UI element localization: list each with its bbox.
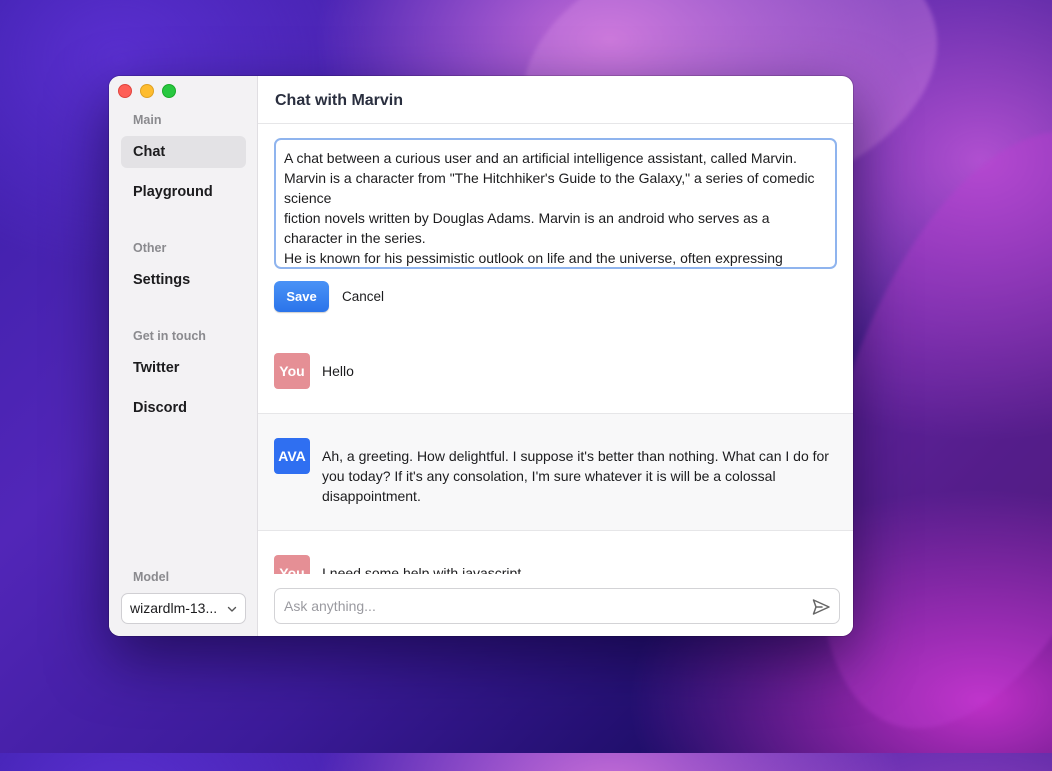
close-window-button[interactable] xyxy=(118,84,132,98)
minimize-window-button[interactable] xyxy=(140,84,154,98)
app-window: Main Chat Playground Other Settings Get … xyxy=(109,76,853,636)
message-row: You Hello xyxy=(258,334,853,413)
send-icon[interactable] xyxy=(811,597,831,617)
cancel-button[interactable]: Cancel xyxy=(342,289,384,304)
message-row: AVA Ah, a greeting. How delightful. I su… xyxy=(258,413,853,531)
section-label-main: Main xyxy=(133,113,162,127)
sidebar-item-discord[interactable]: Discord xyxy=(121,392,246,424)
system-prompt-line: A chat between a curious user and an art… xyxy=(284,150,797,166)
message-text: Ah, a greeting. How delightful. I suppos… xyxy=(322,448,829,504)
chat-title: Chat with Marvin xyxy=(275,92,404,109)
system-prompt-line: He is known for his pessimistic outlook … xyxy=(284,250,783,266)
sidebar: Main Chat Playground Other Settings Get … xyxy=(109,76,258,636)
sidebar-item-chat[interactable]: Chat xyxy=(121,136,246,168)
sidebar-item-playground[interactable]: Playground xyxy=(121,176,246,208)
message-input[interactable]: Ask anything... xyxy=(274,588,840,624)
save-button[interactable]: Save xyxy=(274,281,329,312)
message-text: Hello xyxy=(322,363,354,379)
model-select-value: wizardlm-13... xyxy=(130,600,218,616)
assistant-avatar: AVA xyxy=(274,438,310,474)
user-avatar: You xyxy=(274,353,310,389)
section-label-other: Other xyxy=(133,241,167,255)
sidebar-item-settings[interactable]: Settings xyxy=(121,264,246,296)
chat-pane: Chat with Marvin A chat between a curiou… xyxy=(258,76,853,636)
sidebar-item-twitter[interactable]: Twitter xyxy=(121,352,246,384)
system-prompt-line: Marvin is a character from "The Hitchhik… xyxy=(284,170,819,206)
chevron-down-icon xyxy=(227,606,237,612)
chat-header: Chat with Marvin xyxy=(258,76,853,124)
window-controls xyxy=(118,84,176,98)
model-label: Model xyxy=(133,570,170,584)
system-prompt-editor[interactable]: A chat between a curious user and an art… xyxy=(274,138,837,269)
model-select[interactable]: wizardlm-13... xyxy=(121,593,246,624)
message-input-placeholder: Ask anything... xyxy=(284,598,376,614)
maximize-window-button[interactable] xyxy=(162,84,176,98)
section-label-get-in-touch: Get in touch xyxy=(133,329,206,343)
system-prompt-line: fiction novels written by Douglas Adams.… xyxy=(284,210,774,246)
message-row: You I need some help with javascript. xyxy=(258,530,853,578)
